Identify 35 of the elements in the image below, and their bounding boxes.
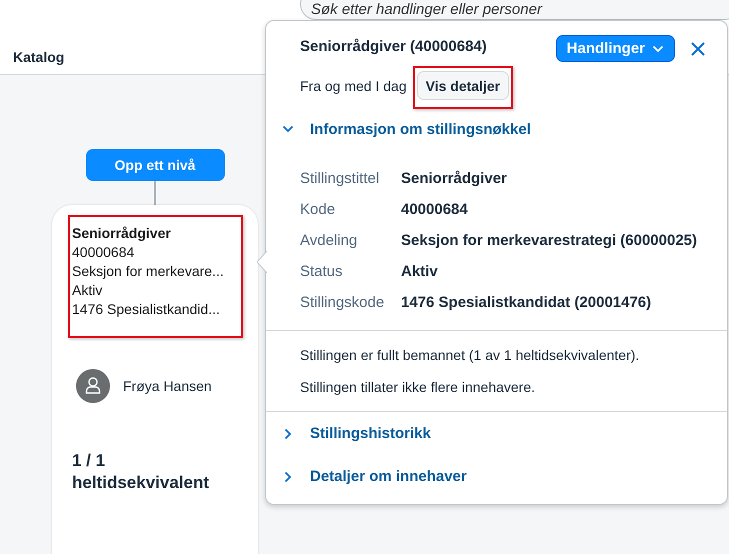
fte-label: heltidsekvivalent [72, 472, 210, 494]
view-details-button[interactable]: Vis detaljer [416, 71, 510, 100]
search-field[interactable]: Søk etter handlinger eller personer [300, 0, 729, 20]
field-value: 1476 Spesialistkandidat (20001476) [401, 294, 652, 311]
section-header[interactable]: Stillingshistorikk [266, 412, 431, 455]
field-label: Status [300, 263, 344, 280]
section-header[interactable]: Informasjon om stillingsnøkkel [266, 107, 531, 151]
card-text: Seniorrådgiver [72, 224, 172, 243]
section-header[interactable]: Detaljer om innehaver [266, 455, 467, 498]
caret-icon [652, 44, 664, 52]
field-label: Avdeling [300, 232, 358, 249]
chevron-icon [282, 428, 294, 440]
field-value: Seksjon for merkevarestrategi (60000025) [401, 232, 698, 249]
field-label: Stillingskode [300, 294, 386, 311]
field-label: Stillingstittel [300, 170, 380, 187]
field-label: Kode [300, 201, 336, 218]
popover-title: Seniorrådgiver (40000684) [300, 38, 488, 55]
fte-count: 1 / 1 [72, 450, 106, 472]
page-title: Katalog [13, 49, 64, 65]
chevron-icon [282, 470, 294, 482]
field-value: Seniorrådgiver [401, 170, 507, 187]
card-text: 1476 Spesialistkandid... [72, 300, 221, 319]
status-note: Stillingen er fullt bemannet (1 av 1 heltidsekvivalenter). [300, 346, 640, 365]
card-text: Aktiv [72, 281, 104, 300]
position-card[interactable]: Seniorrådgiver 40000684 Seksjon for merkevare... Aktiv 1476 Spesialistkandid... Frøya Hansen 1 / 1 heltidsekvivalent [52, 205, 258, 554]
card-text: Seksjon for merkevare... [72, 262, 225, 281]
holder-name[interactable]: Frøya Hansen [123, 378, 212, 394]
status-note: Stillingen tillater ikke flere innehavere. [300, 378, 536, 397]
field-value: 40000684 [401, 201, 468, 218]
effective-date-label: Fra og med I dag [300, 78, 407, 94]
card-text: 40000684 [72, 243, 136, 262]
field-value: Aktiv [401, 263, 438, 280]
avatar-icon [76, 369, 110, 403]
chevron-icon [282, 123, 294, 135]
close-icon[interactable] [691, 42, 705, 56]
